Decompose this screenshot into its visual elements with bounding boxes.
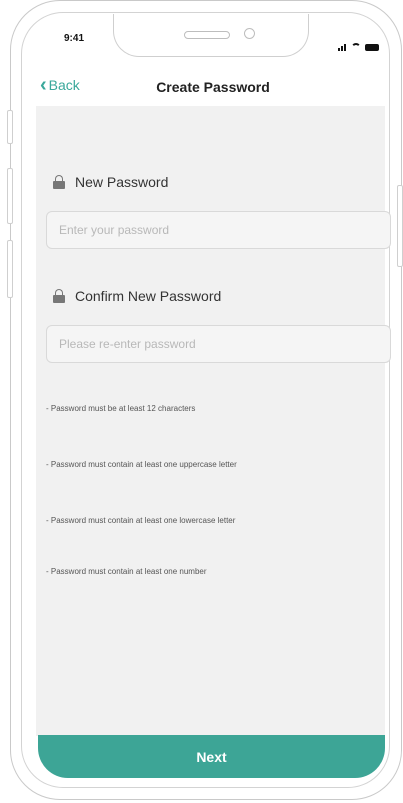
- status-time: 9:41: [64, 33, 85, 44]
- camera: [244, 28, 255, 39]
- navigation-bar: ‹ Back Create Password: [36, 72, 390, 104]
- confirm-password-label: Confirm New Password: [75, 288, 222, 304]
- next-button[interactable]: Next: [38, 735, 385, 778]
- status-icons: [338, 33, 379, 51]
- password-rule: - Password must contain at least one upp…: [46, 460, 237, 469]
- volume-up-button: [7, 168, 13, 224]
- new-password-field[interactable]: [46, 211, 391, 249]
- screen-content: New Password Confirm New Password - Pass…: [36, 106, 391, 736]
- mute-switch: [7, 110, 13, 144]
- battery-icon: [365, 44, 379, 51]
- speaker: [184, 31, 230, 39]
- new-password-label: New Password: [75, 174, 169, 190]
- confirm-password-label-row: Confirm New Password: [53, 288, 221, 304]
- password-rule: - Password must be at least 12 character…: [46, 404, 196, 413]
- confirm-password-field[interactable]: [46, 325, 391, 363]
- new-password-label-row: New Password: [53, 174, 168, 190]
- power-button: [397, 185, 403, 267]
- notch: [113, 14, 309, 57]
- password-rule: - Password must contain at least one num…: [46, 567, 207, 576]
- wifi-icon: [351, 43, 361, 51]
- lock-icon: [53, 289, 65, 303]
- volume-down-button: [7, 240, 13, 298]
- password-rule: - Password must contain at least one low…: [46, 516, 236, 525]
- signal-icon: [338, 33, 347, 51]
- lock-icon: [53, 175, 65, 189]
- page-title: Create Password: [156, 79, 270, 95]
